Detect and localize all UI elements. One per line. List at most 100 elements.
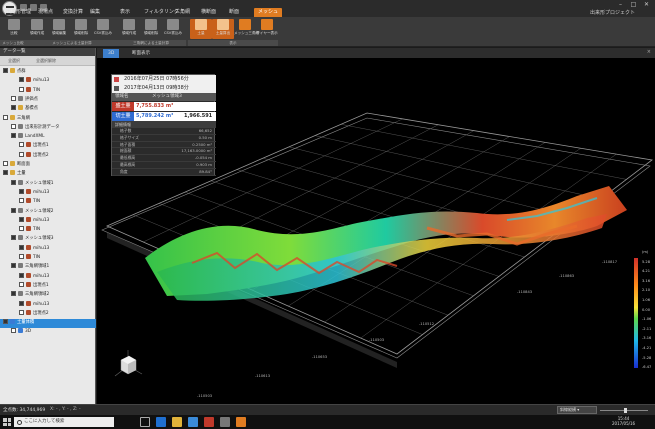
ribbon-button[interactable]: 比較 [3, 19, 25, 39]
task-view-icon[interactable] [140, 417, 150, 427]
ribbon-button[interactable]: 領域編集 [48, 19, 70, 39]
tree-checkbox[interactable] [11, 133, 16, 139]
tree-checkbox[interactable] [19, 272, 24, 278]
tree-checkbox[interactable] [19, 198, 24, 204]
store-icon[interactable] [188, 417, 198, 427]
tree-item[interactable]: 出現点1 [0, 142, 96, 151]
ribbon-button[interactable]: 領域作成 [26, 19, 48, 39]
menu-tab[interactable]: 三角網 [175, 8, 190, 17]
file-explorer-icon[interactable] [172, 417, 182, 427]
ribbon-button[interactable]: 土量 [190, 19, 212, 39]
tree-checkbox[interactable] [11, 291, 16, 297]
taskbar-search-input[interactable]: ここに入力して検索 [14, 417, 114, 427]
system-clock[interactable]: 15:44 2017/05/16 [612, 416, 635, 426]
menu-tab[interactable]: 編集 [90, 8, 100, 17]
navigation-cube-icon[interactable] [113, 348, 143, 382]
tree-item[interactable]: TIN [0, 86, 96, 96]
tree-item[interactable]: 基標点 [0, 105, 96, 114]
tree-item[interactable]: 三角網領域1 [0, 263, 96, 272]
tree-checkbox[interactable] [19, 77, 24, 83]
tree-checkbox[interactable] [19, 309, 24, 315]
menu-tab[interactable]: 表示 [120, 8, 130, 17]
tree-item[interactable]: 出現点2 [0, 151, 96, 161]
app-taskbar-icon[interactable] [220, 417, 230, 427]
tree-checkbox[interactable] [11, 105, 16, 111]
tree-checkbox[interactable] [11, 235, 16, 241]
undo-icon[interactable] [30, 4, 37, 11]
tab-section-view[interactable]: 断面表示 [127, 49, 155, 58]
tree-checkbox[interactable] [11, 95, 16, 101]
ribbon-button[interactable]: 領域作成 [118, 19, 140, 39]
menu-tab[interactable]: 変換計算 [63, 8, 83, 17]
tree-item[interactable]: mihu13 [0, 188, 96, 198]
tree-checkbox[interactable] [19, 188, 24, 194]
tree-item[interactable]: メッシュ領域3 [0, 235, 96, 244]
maximize-button[interactable]: □ [629, 1, 638, 9]
tree-checkbox[interactable] [11, 328, 16, 334]
tree-checkbox[interactable] [19, 142, 24, 148]
ribbon-button[interactable]: 領域削除 [140, 19, 162, 39]
tree-item[interactable]: メッシュ領域1 [0, 179, 96, 189]
tree-item[interactable]: 三角網領域2 [0, 291, 96, 300]
ribbon-button[interactable]: CSV書込み [162, 19, 184, 39]
tree-item[interactable]: mihu13 [0, 244, 96, 254]
ribbon-button[interactable]: ワイヤー表示 [256, 19, 278, 39]
deselect-all-button[interactable]: 全選択解除 [36, 58, 56, 64]
tree-item[interactable]: LandXML [0, 133, 96, 142]
tree-checkbox[interactable] [19, 300, 24, 306]
edge-browser-icon[interactable] [156, 417, 166, 427]
menu-tab[interactable]: 現場点 [38, 8, 53, 17]
tree-item[interactable]: TIN [0, 198, 96, 207]
menu-tab[interactable]: 断面 [229, 8, 239, 17]
tree-item[interactable]: TIN [0, 254, 96, 263]
select-all-button[interactable]: 全選択 [8, 58, 20, 64]
app-taskbar-icon[interactable] [204, 417, 214, 427]
ribbon-button[interactable]: CSV書込み [92, 19, 114, 39]
minimize-button[interactable]: – [616, 1, 625, 9]
tree-checkbox[interactable] [3, 68, 8, 73]
tree-item[interactable]: 土量 [0, 170, 96, 179]
tree-item[interactable]: 3D [0, 328, 96, 337]
tree-item[interactable]: 出現点2 [0, 309, 96, 319]
tree-checkbox[interactable] [11, 179, 16, 185]
tree-checkbox[interactable] [19, 254, 24, 259]
tab-3d[interactable]: 3D [103, 49, 120, 58]
tree-checkbox[interactable] [19, 281, 24, 287]
tree-checkbox[interactable] [19, 216, 24, 222]
details-header[interactable]: 詳細情報 [112, 121, 216, 128]
tree-item[interactable]: mihu13 [0, 300, 96, 310]
tree-item[interactable]: TIN [0, 226, 96, 235]
tree-checkbox[interactable] [11, 207, 16, 213]
tree-item[interactable]: 断面面 [0, 161, 96, 170]
tree-checkbox[interactable] [3, 319, 8, 325]
ribbon-button[interactable]: メッシュ三角網 [234, 19, 259, 39]
tree-checkbox[interactable] [19, 244, 24, 250]
tree-item[interactable]: 出来形計測データ [0, 123, 96, 133]
tree-item[interactable]: mihu13 [0, 77, 96, 86]
tree-checkbox[interactable] [3, 161, 8, 166]
tree-item[interactable]: メッシュ領域2 [0, 207, 96, 217]
zoom-slider[interactable] [600, 408, 648, 413]
tree-item[interactable]: mihu13 [0, 272, 96, 282]
menu-tab[interactable]: メッシュ [254, 8, 283, 17]
view-mode-select[interactable]: 斜線縦横 ▾ [557, 406, 597, 414]
menu-tab[interactable]: 横断面 [201, 8, 216, 17]
ribbon-button[interactable]: 土量算出 [212, 19, 234, 39]
zoom-slider-thumb[interactable] [624, 408, 627, 413]
tree-checkbox[interactable] [3, 170, 8, 176]
menu-tab[interactable]: 出来形管理 [6, 8, 31, 17]
3d-viewport[interactable]: (m) 5.28 4.21 3.16 2.10 1.06 0.00 -1.06 -2.11 -3.… [97, 58, 655, 404]
app-taskbar-icon[interactable] [236, 417, 246, 427]
tree-checkbox[interactable] [19, 151, 24, 157]
windows-start-icon[interactable] [3, 418, 11, 426]
ribbon-button[interactable]: 領域削除 [70, 19, 92, 39]
tree-item[interactable]: 評価点 [0, 95, 96, 105]
tree-checkbox[interactable] [11, 123, 16, 129]
tree-checkbox[interactable] [19, 86, 24, 92]
tree-checkbox[interactable] [19, 226, 24, 232]
tree-checkbox[interactable] [11, 263, 16, 269]
tree-item[interactable]: 点群 [0, 68, 96, 77]
tree-item[interactable]: 土量体積 [0, 319, 96, 328]
close-view-icon[interactable]: × [647, 49, 651, 55]
tree-item[interactable]: 出現点1 [0, 281, 96, 291]
